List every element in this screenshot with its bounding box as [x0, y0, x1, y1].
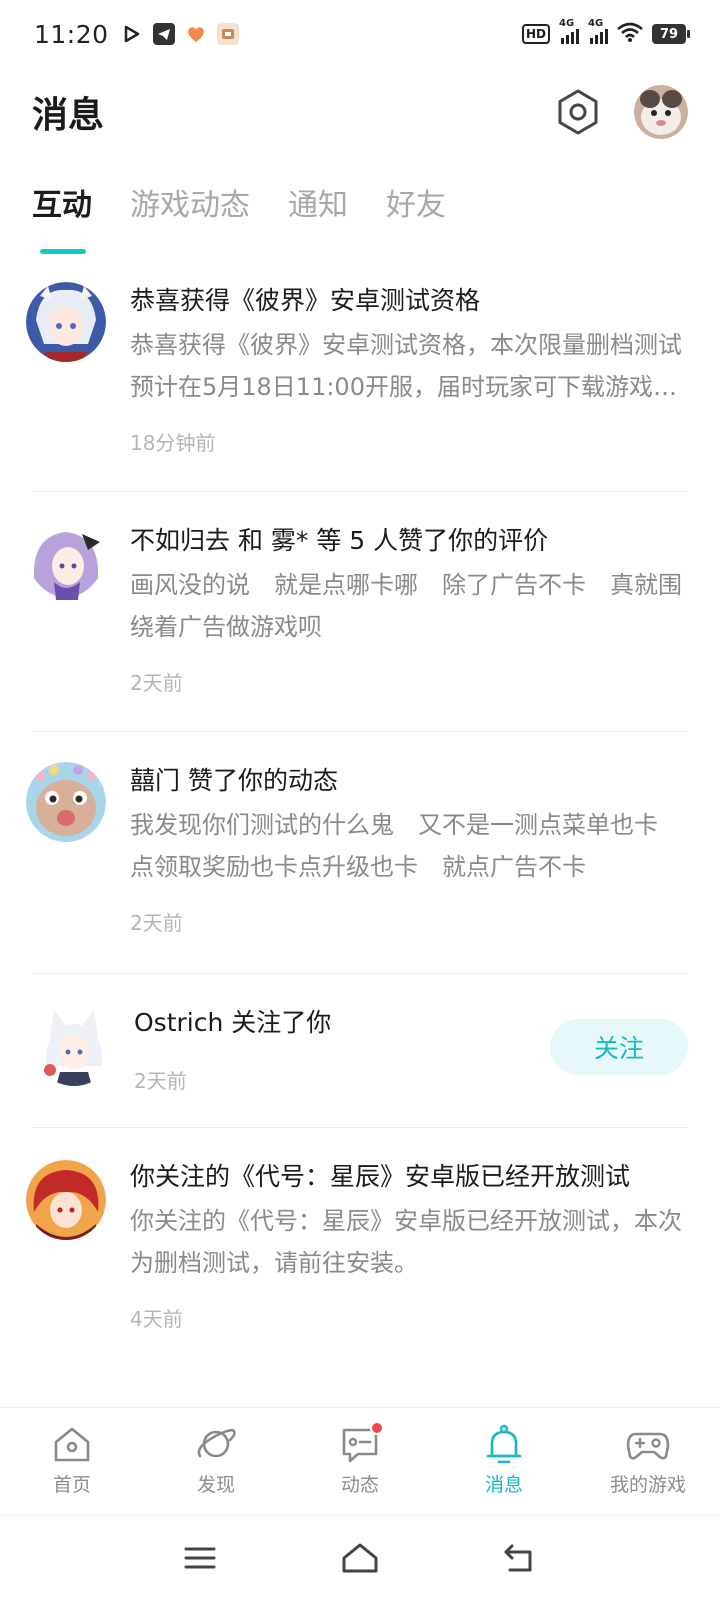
- nav-label: 动态: [340, 1474, 379, 1496]
- message-title: 你关注的《代号：星辰》安卓版已经开放测试: [130, 1162, 631, 1191]
- message-time: 18分钟前: [130, 431, 216, 455]
- sender-avatar[interactable]: [26, 762, 106, 842]
- signal-icon: 4G: [588, 18, 608, 44]
- message-time: 2天前: [130, 911, 183, 935]
- header-actions: [552, 85, 688, 139]
- settings-button[interactable]: [552, 86, 604, 138]
- back-button[interactable]: [490, 1533, 550, 1583]
- nav-home[interactable]: 首页: [0, 1408, 144, 1515]
- wifi-icon: [617, 22, 643, 46]
- system-navigation-bar: [0, 1515, 720, 1600]
- message-text: 你关注的《代号：星辰》安卓版已经开放测试，本次为删档测试，请前往安装。: [130, 1207, 682, 1277]
- nav-label: 消息: [484, 1474, 523, 1496]
- status-bar: 11:20 HD 4G 4G 79: [0, 0, 720, 68]
- message-item[interactable]: 囍门 赞了你的动态 我发现你们测试的什么鬼 又不是一测点菜单也卡 点领取奖励也卡…: [26, 732, 688, 974]
- tab-notifications[interactable]: 通知: [288, 180, 348, 254]
- tab-interaction[interactable]: 互动: [32, 180, 92, 254]
- message-item[interactable]: Ostrich 关注了你 2天前 关注: [32, 974, 688, 1128]
- status-indicators: HD 4G 4G 79: [521, 18, 690, 46]
- nav-my-games[interactable]: 我的游戏: [576, 1408, 720, 1515]
- tab-friends[interactable]: 好友: [386, 180, 446, 254]
- sender-avatar[interactable]: [26, 282, 106, 362]
- nav-discover[interactable]: 发现: [144, 1408, 288, 1515]
- telegram-icon: [152, 23, 175, 45]
- recent-apps-button[interactable]: [170, 1533, 230, 1583]
- message-item[interactable]: 不如归去 和 雾* 等 5 人赞了你的评价 画风没的说 就是点哪卡哪 除了广告不…: [26, 492, 688, 732]
- page-header: 消息: [32, 80, 688, 144]
- home-button[interactable]: [330, 1533, 390, 1583]
- sender-avatar[interactable]: [34, 1006, 114, 1086]
- message-title: 恭喜获得《彼界》安卓测试资格: [130, 286, 481, 315]
- message-text: 我发现你们测试的什么鬼 又不是一测点菜单也卡 点领取奖励也卡点升级也卡 就点广告…: [130, 811, 682, 881]
- user-avatar[interactable]: [634, 85, 688, 139]
- message-title: 不如归去 和 雾* 等 5 人赞了你的评价: [130, 526, 549, 555]
- message-time: 4天前: [130, 1307, 183, 1331]
- play-icon: [121, 23, 143, 45]
- nav-label: 发现: [196, 1474, 235, 1496]
- menu-icon: [184, 1547, 216, 1569]
- back-icon: [504, 1544, 532, 1572]
- sender-avatar[interactable]: [26, 1160, 106, 1240]
- message-text: 画风没的说 就是点哪卡哪 除了广告不卡 真就围绕着广告做游戏呗: [130, 571, 682, 641]
- nav-feed[interactable]: 动态: [288, 1408, 432, 1515]
- sender-avatar[interactable]: [26, 522, 106, 602]
- gamepad-icon: [626, 1432, 670, 1460]
- page-title: 消息: [32, 95, 105, 136]
- hd-indicator: HD: [521, 24, 550, 44]
- status-app-icons: [121, 23, 239, 45]
- message-title: 囍门 赞了你的动态: [130, 766, 338, 795]
- battery-indicator: 79: [652, 24, 690, 44]
- message-item[interactable]: 恭喜获得《彼界》安卓测试资格 恭喜获得《彼界》安卓测试资格，本次限量删档测试预计…: [26, 260, 688, 492]
- nav-messages[interactable]: 消息: [432, 1408, 576, 1515]
- follow-button[interactable]: 关注: [550, 1019, 688, 1075]
- home-outline-icon: [342, 1543, 378, 1573]
- tab-game-news[interactable]: 游戏动态: [130, 180, 250, 254]
- message-text: 恭喜获得《彼界》安卓测试资格，本次限量删档测试预计在5月18日11:00开服，届…: [130, 331, 682, 401]
- nav-label: 我的游戏: [609, 1474, 686, 1496]
- message-list[interactable]: 恭喜获得《彼界》安卓测试资格 恭喜获得《彼界》安卓测试资格，本次限量删档测试预计…: [0, 260, 720, 1407]
- signal-icon: 4G: [559, 18, 579, 44]
- hexagon-settings-icon: [558, 89, 598, 135]
- notification-badge: [370, 1421, 384, 1435]
- status-time: 11:20: [34, 19, 109, 49]
- bottom-navigation: 首页 发现 动态 消息 我的游戏: [0, 1407, 720, 1515]
- nav-label: 首页: [52, 1474, 91, 1496]
- home-icon: [54, 1427, 90, 1462]
- heart-icon: [185, 23, 207, 45]
- planet-icon: [197, 1428, 236, 1458]
- message-time: 2天前: [130, 671, 183, 695]
- app-icon: [216, 23, 239, 45]
- message-tabs: 互动 游戏动态 通知 好友: [32, 180, 446, 254]
- bell-icon: [486, 1424, 522, 1464]
- message-item[interactable]: 你关注的《代号：星辰》安卓版已经开放测试 你关注的《代号：星辰》安卓版已经开放测…: [26, 1128, 688, 1407]
